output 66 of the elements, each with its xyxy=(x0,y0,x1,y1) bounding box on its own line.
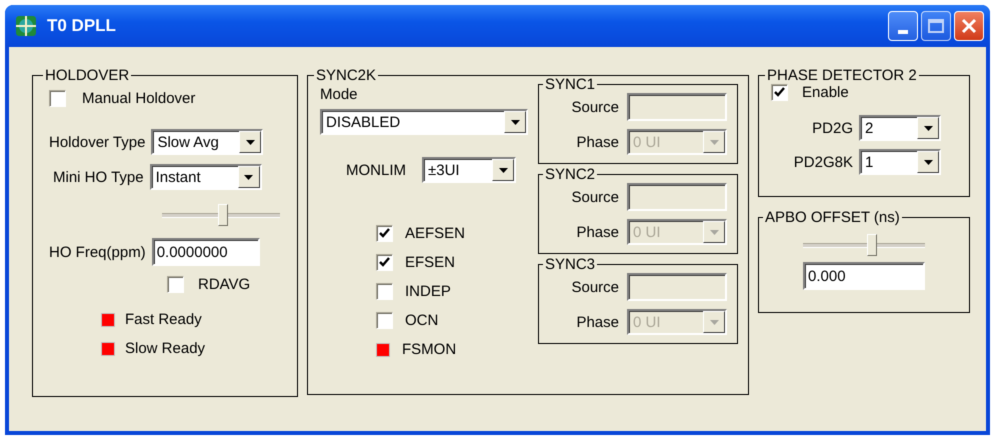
checkbox-label: AEFSEN xyxy=(405,225,466,242)
checkbox[interactable] xyxy=(771,84,788,101)
checkbox[interactable] xyxy=(376,254,393,271)
group-title: SYNC2 xyxy=(544,166,596,183)
window-title: T0 DPLL xyxy=(47,16,116,36)
group-title: SYNC2K xyxy=(315,67,378,84)
dropdown-arrow-icon xyxy=(244,174,254,180)
indicator-label: Fast Ready xyxy=(125,311,202,328)
indicator-label: FSMON xyxy=(402,341,456,358)
checkbox-label: Enable xyxy=(802,84,849,101)
dropdown[interactable]: Instant xyxy=(150,164,262,190)
dropdown[interactable]: DISABLED xyxy=(320,109,528,135)
dropdown[interactable]: ±3UI xyxy=(422,157,516,183)
group-title: SYNC3 xyxy=(544,256,596,273)
group-title: PHASE DETECTOR 2 xyxy=(766,67,918,84)
dropdown[interactable]: 1 xyxy=(859,149,941,175)
dropdown[interactable]: 2 xyxy=(859,115,941,141)
field-label: Source xyxy=(571,278,619,296)
field-label: Mode xyxy=(320,86,358,103)
dropdown-arrow-icon xyxy=(510,120,520,124)
field-label: Source xyxy=(571,98,619,116)
dropdown-arrow-icon xyxy=(710,140,718,144)
slider-thumb[interactable] xyxy=(866,234,877,256)
maximize-icon xyxy=(928,19,944,33)
checkbox-label: OCN xyxy=(405,312,438,329)
dropdown-arrow-icon xyxy=(246,140,255,144)
close-button[interactable] xyxy=(954,11,984,41)
group-title: SYNC1 xyxy=(544,76,596,93)
checkbox-label: EFSEN xyxy=(405,254,456,271)
checkbox[interactable] xyxy=(167,276,184,293)
dropdown[interactable]: Slow Avg xyxy=(151,129,264,155)
slider-thumb[interactable] xyxy=(218,204,228,226)
group-title: HOLDOVER xyxy=(44,67,130,84)
field-label: Holdover Type xyxy=(49,134,146,150)
field-label: HO Freq(ppm) xyxy=(49,244,146,260)
field-label: MONLIM xyxy=(346,162,406,178)
field-label: PD2G xyxy=(812,120,853,136)
slider[interactable] xyxy=(803,232,925,258)
minimize-button[interactable] xyxy=(888,11,918,41)
input-field[interactable]: 0.000 xyxy=(803,262,925,290)
dropdown-arrow-icon xyxy=(498,168,508,172)
checkbox-label: INDEP xyxy=(405,283,451,300)
input-field[interactable]: 0.0000000 xyxy=(152,238,260,266)
minimize-icon xyxy=(898,30,908,34)
field-label: Source xyxy=(571,188,619,206)
field-label: Phase xyxy=(576,134,619,150)
checkbox-label: RDAVG xyxy=(198,276,250,293)
checkbox[interactable] xyxy=(376,225,393,242)
checkbox-label: Manual Holdover xyxy=(82,90,196,107)
close-icon xyxy=(961,18,977,34)
dropdown-arrow-icon xyxy=(924,126,932,130)
dropdown-arrow-icon xyxy=(710,320,718,324)
field-label: PD2G8K xyxy=(794,154,853,170)
indicator-label: Slow Ready xyxy=(125,340,206,357)
dropdown-arrow-icon xyxy=(710,230,718,234)
dropdown-arrow-icon xyxy=(924,160,932,164)
checkbox[interactable] xyxy=(49,90,66,107)
field-label: Mini HO Type xyxy=(53,168,144,186)
slider[interactable] xyxy=(162,202,280,228)
checkbox[interactable] xyxy=(376,283,393,300)
group-title: APBO OFFSET (ns) xyxy=(764,209,901,226)
field-label: Phase xyxy=(576,224,619,240)
field-label: Phase xyxy=(576,314,619,330)
checkbox[interactable] xyxy=(376,312,393,329)
maximize-button[interactable] xyxy=(921,11,951,41)
app-icon xyxy=(15,15,37,37)
